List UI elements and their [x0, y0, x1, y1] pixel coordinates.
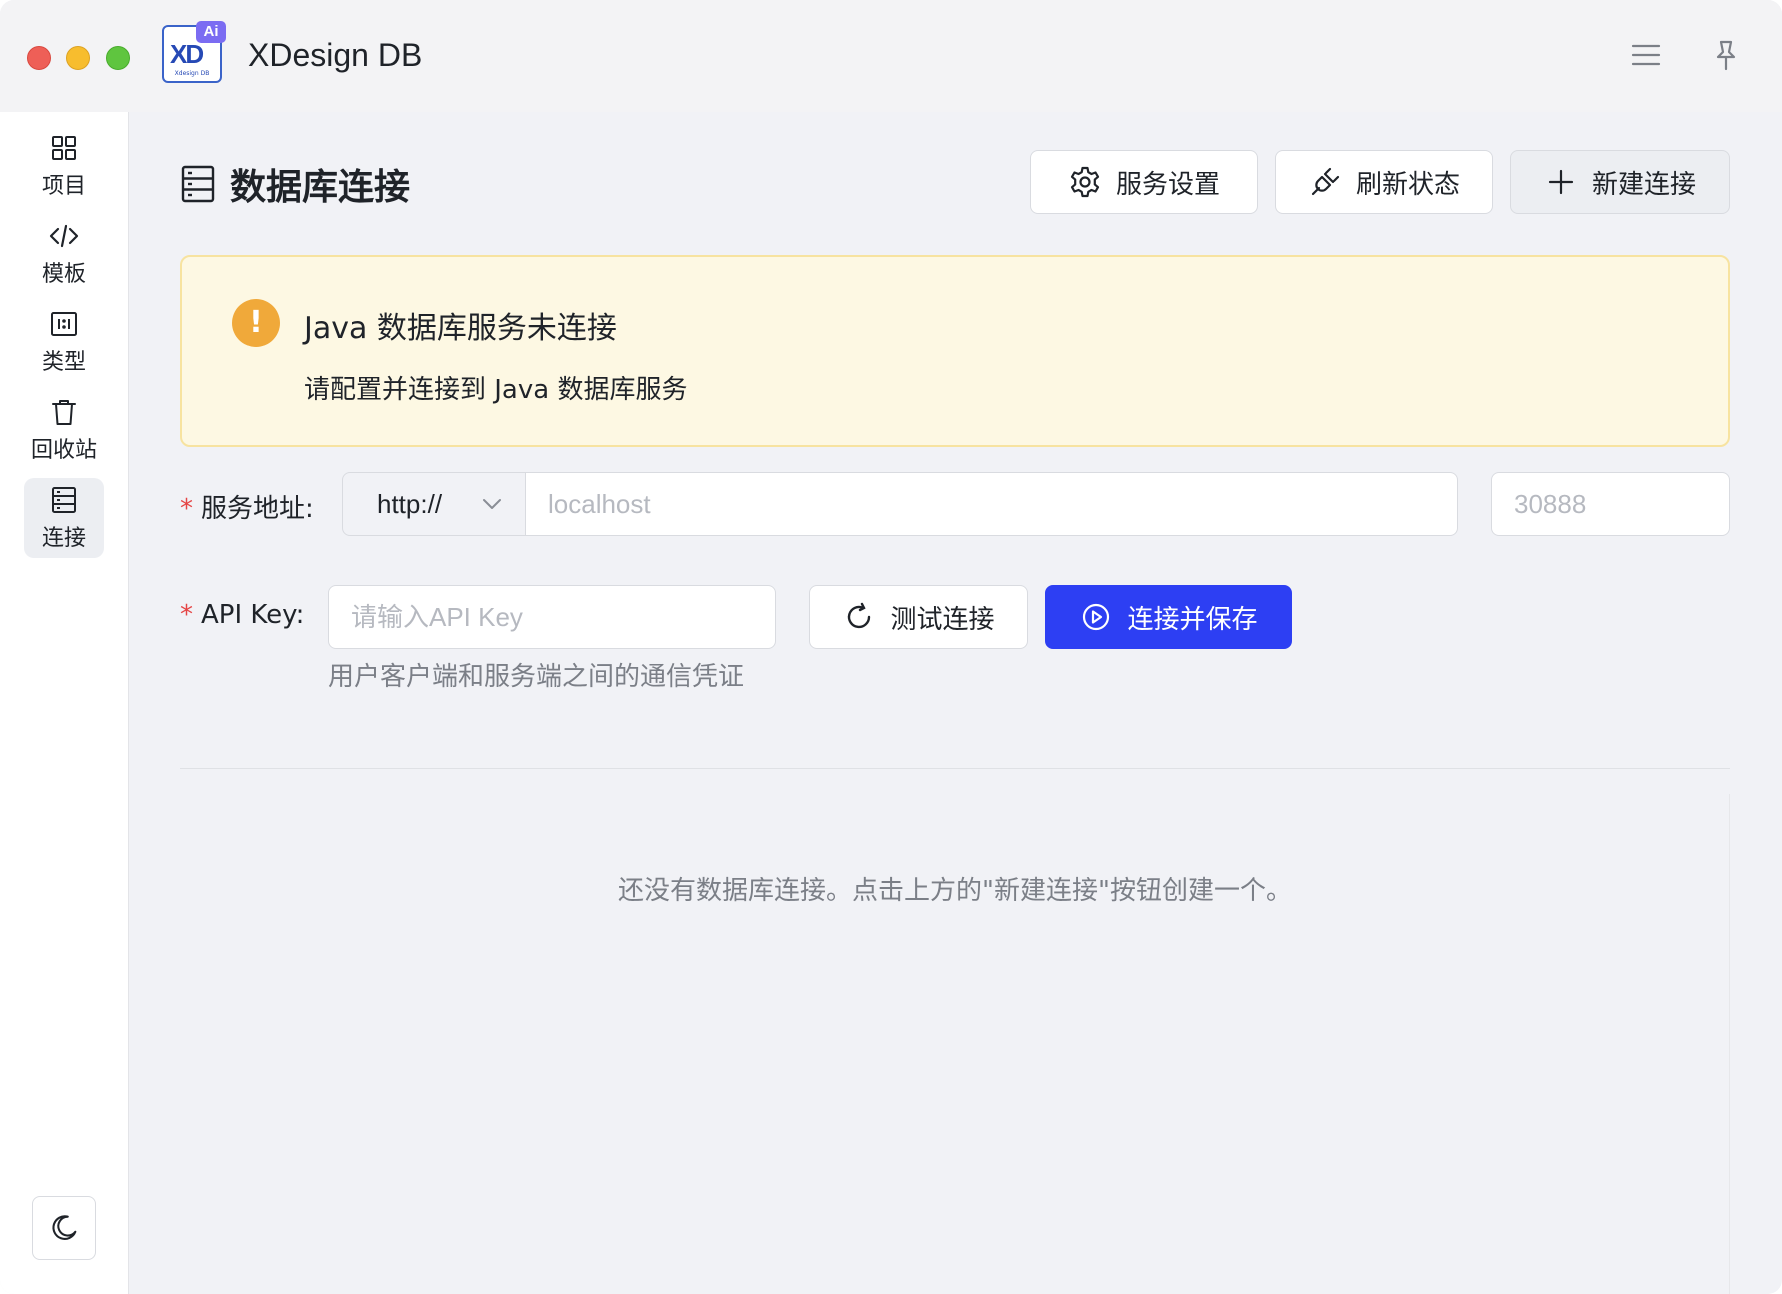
alert-title: Java 数据库服务未连接 — [304, 311, 617, 346]
chevron-down-icon — [483, 499, 501, 509]
trash-icon — [52, 400, 76, 425]
port-input[interactable] — [1491, 472, 1730, 536]
plug-icon — [1311, 167, 1340, 196]
sidebar-item-label: 项目 — [41, 174, 86, 199]
page-header: 数据库连接 — [180, 158, 410, 210]
logo-subtext: Xdesign DB — [174, 70, 210, 77]
host-input[interactable] — [525, 472, 1458, 536]
new-connection-label: 新建连接 — [1591, 169, 1696, 200]
pin-icon[interactable] — [1709, 38, 1743, 72]
connect-and-save-button[interactable]: 连接并保存 — [1045, 585, 1292, 649]
service-settings-label: 服务设置 — [1115, 169, 1220, 200]
sidebar-item-projects[interactable]: 项目 — [24, 126, 104, 206]
section-divider — [180, 768, 1730, 769]
app-window: XD Xdesign DB Ai XDesign DB 项目 模板 类型 回收站 — [0, 0, 1782, 1294]
test-connection-button[interactable]: 测试连接 — [809, 585, 1028, 649]
sidebar-item-label: 回收站 — [30, 438, 97, 463]
play-circle-icon — [1083, 603, 1110, 631]
protocol-value: http:// — [377, 488, 443, 519]
sidebar-item-label: 模板 — [41, 262, 86, 287]
hamburger-menu-icon[interactable] — [1629, 38, 1663, 72]
plus-icon — [1548, 169, 1574, 195]
database-icon — [52, 487, 76, 513]
service-warning-alert: ! Java 数据库服务未连接 请配置并连接到 Java 数据库服务 — [180, 255, 1730, 447]
service-settings-button[interactable]: 服务设置 — [1030, 150, 1258, 214]
code-icon — [49, 224, 79, 248]
app-title: XDesign DB — [248, 37, 423, 73]
type-icon — [51, 312, 77, 336]
api-key-hint: 用户客户端和服务端之间的通信凭证 — [328, 662, 745, 692]
refresh-status-label: 刷新状态 — [1355, 169, 1460, 200]
page-title: 数据库连接 — [230, 167, 411, 208]
sidebar-item-connections[interactable]: 连接 — [24, 478, 104, 558]
minimize-window-button[interactable] — [66, 46, 90, 70]
reload-icon — [848, 602, 871, 629]
theme-toggle-button[interactable] — [32, 1196, 96, 1260]
logo-ai-badge: Ai — [196, 21, 226, 43]
required-mark: * — [180, 600, 193, 630]
grid-icon — [52, 136, 76, 160]
sidebar-item-types[interactable]: 类型 — [24, 302, 104, 382]
sidebar-item-label: 类型 — [41, 350, 86, 375]
sidebar-item-trash[interactable]: 回收站 — [24, 390, 104, 470]
moon-icon — [52, 1215, 77, 1240]
required-mark: * — [180, 494, 193, 524]
gear-icon — [1070, 166, 1100, 198]
sidebar: 项目 模板 类型 回收站 连接 — [0, 112, 129, 1294]
protocol-select[interactable]: http:// — [342, 472, 526, 536]
logo-text: XD — [170, 39, 204, 69]
warning-icon: ! — [232, 299, 280, 347]
connect-and-save-label: 连接并保存 — [1127, 604, 1258, 635]
database-icon — [181, 165, 215, 203]
alert-message: 请配置并连接到 Java 数据库服务 — [304, 375, 688, 405]
empty-state-message: 还没有数据库连接。点击上方的"新建连接"按钮创建一个。 — [618, 876, 1292, 906]
api-key-text: API Key: — [201, 600, 305, 630]
new-connection-button[interactable]: 新建连接 — [1510, 150, 1730, 214]
api-key-input[interactable] — [328, 585, 776, 649]
refresh-status-button[interactable]: 刷新状态 — [1275, 150, 1493, 214]
title-bar: XD Xdesign DB Ai XDesign DB — [0, 0, 1782, 112]
close-window-button[interactable] — [27, 46, 51, 70]
test-connection-label: 测试连接 — [890, 604, 995, 635]
service-address-text: 服务地址: — [201, 494, 314, 524]
connections-list: 还没有数据库连接。点击上方的"新建连接"按钮创建一个。 — [180, 794, 1730, 1294]
api-key-label: * API Key: — [180, 600, 304, 630]
app-logo: XD Xdesign DB Ai — [162, 21, 226, 83]
sidebar-item-label: 连接 — [41, 526, 86, 551]
sidebar-item-templates[interactable]: 模板 — [24, 214, 104, 294]
maximize-window-button[interactable] — [106, 46, 130, 70]
service-address-label: * 服务地址: — [180, 488, 314, 525]
